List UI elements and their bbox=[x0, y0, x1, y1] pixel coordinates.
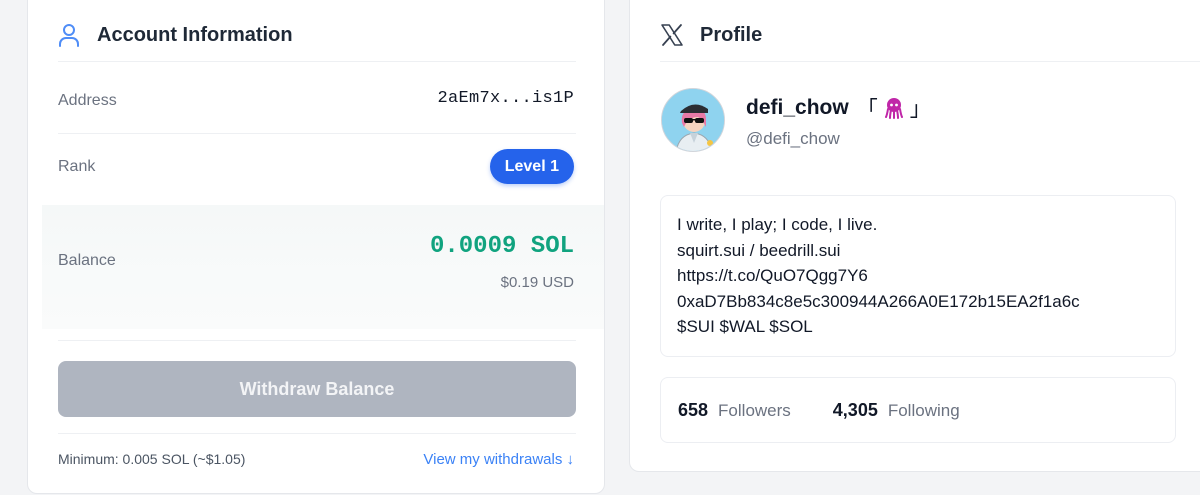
bio-link[interactable]: https://t.co/QuO7Qgg7Y6 bbox=[677, 263, 1159, 289]
rank-label: Rank bbox=[58, 158, 96, 175]
user-icon bbox=[59, 24, 79, 47]
address-divider bbox=[58, 133, 576, 134]
balance-usd-value: $0.19 USD bbox=[500, 274, 574, 291]
address-value[interactable]: 2aEm7x...is1P bbox=[437, 89, 574, 108]
follow-stats: 658 Followers 4,305 Following bbox=[660, 377, 1176, 443]
balance-sol-value: 0.0009 SOL bbox=[429, 233, 574, 260]
following-count: 4,305 bbox=[832, 399, 878, 420]
footer-divider bbox=[58, 433, 576, 434]
display-name-text: defi_chow bbox=[746, 96, 849, 119]
account-card-header: Account Information bbox=[58, 23, 293, 47]
bio-line: $SUI $WAL $SOL bbox=[677, 317, 813, 336]
balance-divider bbox=[58, 340, 576, 341]
display-name: defi_chow 「 」 bbox=[746, 93, 933, 123]
profile-card-title: Profile bbox=[700, 23, 763, 46]
address-label: Address bbox=[58, 92, 117, 109]
account-card-title: Account Information bbox=[97, 23, 293, 46]
profile-handle[interactable]: @defi_chow bbox=[746, 129, 840, 149]
avatar[interactable] bbox=[661, 88, 725, 152]
following-label: Following bbox=[887, 400, 960, 420]
bio-line: I write, I play; I code, I live. bbox=[677, 215, 878, 234]
view-withdrawals-link[interactable]: View my withdrawals ↓ bbox=[423, 451, 574, 468]
header-divider bbox=[58, 61, 576, 62]
profile-card: Profile defi_chow 「 」 @defi_chow I write bbox=[629, 0, 1200, 472]
profile-card-header: Profile bbox=[660, 23, 762, 47]
followers-stat[interactable]: 658 Followers bbox=[678, 400, 791, 421]
avatar-image bbox=[662, 89, 724, 151]
name-bracket-open: 「 bbox=[856, 98, 878, 121]
level-badge: Level 1 bbox=[489, 149, 574, 184]
followers-label: Followers bbox=[718, 400, 791, 420]
bio-line: squirt.sui / beedrill.sui bbox=[677, 240, 841, 260]
balance-label: Balance bbox=[58, 252, 116, 269]
profile-header-divider bbox=[660, 61, 1200, 62]
squid-icon bbox=[884, 98, 903, 119]
followers-count: 658 bbox=[678, 399, 709, 420]
following-stat[interactable]: 4,305 Following bbox=[833, 400, 960, 421]
bio-line: 0xaD7Bb834c8e5c300944A266A0E172b15EA2f1a… bbox=[677, 291, 1080, 311]
x-logo-icon bbox=[661, 24, 683, 46]
account-information-card: Account Information Address 2aEm7x...is1… bbox=[27, 0, 605, 494]
balance-section bbox=[42, 205, 604, 329]
minimum-withdrawal-text: Minimum: 0.005 SOL (~$1.05) bbox=[58, 451, 246, 467]
name-bracket-close: 」 bbox=[909, 98, 931, 121]
bio-box: I write, I play; I code, I live. squirt.… bbox=[660, 195, 1176, 357]
withdraw-balance-button[interactable]: Withdraw Balance bbox=[58, 361, 576, 417]
